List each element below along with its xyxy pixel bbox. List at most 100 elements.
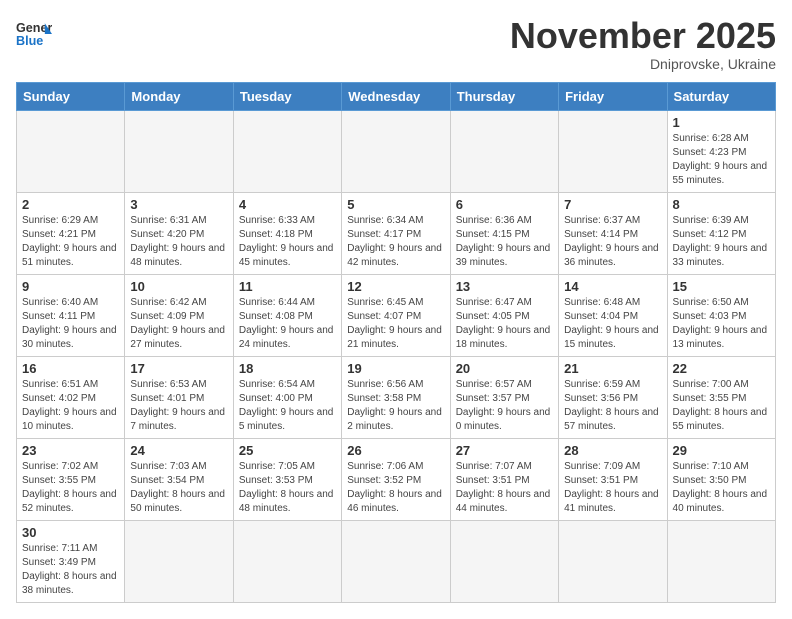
calendar-cell: 2 Sunrise: 6:29 AM Sunset: 4:21 PM Daylig… [17,192,125,274]
calendar-cell: 6Sunrise: 6:36 AM Sunset: 4:15 PM Daylig… [450,192,558,274]
day-number: 29 [673,443,770,458]
calendar-cell: 19Sunrise: 6:56 AM Sunset: 3:58 PM Dayli… [342,356,450,438]
day-info: Sunrise: 6:33 AM Sunset: 4:18 PM Dayligh… [239,214,336,270]
calendar-cell: 1Sunrise: 6:28 AM Sunset: 4:23 PM Daylig… [667,110,775,192]
day-info: Sunrise: 6:29 AM Sunset: 4:21 PM Dayligh… [22,214,119,270]
day-number: 2 [22,197,119,212]
day-info: Sunrise: 6:31 AM Sunset: 4:20 PM Dayligh… [130,214,227,270]
calendar-cell: 11Sunrise: 6:44 AM Sunset: 4:08 PM Dayli… [233,274,341,356]
calendar-cell: 3Sunrise: 6:31 AM Sunset: 4:20 PM Daylig… [125,192,233,274]
day-info: Sunrise: 7:05 AM Sunset: 3:53 PM Dayligh… [239,460,336,516]
calendar-cell: 25 Sunrise: 7:05 AM Sunset: 3:53 PM Dayli… [233,438,341,520]
calendar-cell: 28 Sunrise: 7:09 AM Sunset: 3:51 PM Dayli… [559,438,667,520]
day-number: 15 [673,279,770,294]
day-info: Sunrise: 7:10 AM Sunset: 3:50 PM Dayligh… [673,460,770,516]
day-number: 27 [456,443,553,458]
calendar-cell [233,520,341,602]
day-info: Sunrise: 7:02 AM Sunset: 3:55 PM Dayligh… [22,460,119,516]
calendar-cell: 23 Sunrise: 7:02 AM Sunset: 3:55 PM Dayli… [17,438,125,520]
day-number: 16 [22,361,119,376]
calendar-cell: 20Sunrise: 6:57 AM Sunset: 3:57 PM Dayli… [450,356,558,438]
day-number: 28 [564,443,661,458]
calendar-table: SundayMondayTuesdayWednesdayThursdayFrid… [16,82,776,603]
logo-icon: General Blue [16,16,52,52]
calendar-cell: 22 Sunrise: 7:00 AM Sunset: 3:55 PM Dayli… [667,356,775,438]
calendar-cell: 26Sunrise: 7:06 AM Sunset: 3:52 PM Dayli… [342,438,450,520]
calendar-cell [342,520,450,602]
calendar-cell: 15 Sunrise: 6:50 AM Sunset: 4:03 PM Dayli… [667,274,775,356]
day-info: Sunrise: 6:39 AM Sunset: 4:12 PM Dayligh… [673,214,770,270]
calendar-cell: 17Sunrise: 6:53 AM Sunset: 4:01 PM Dayli… [125,356,233,438]
weekday-header-thursday: Thursday [450,82,558,110]
day-number: 30 [22,525,119,540]
calendar-cell: 21 Sunrise: 6:59 AM Sunset: 3:56 PM Dayli… [559,356,667,438]
calendar-cell: 16 Sunrise: 6:51 AM Sunset: 4:02 PM Dayli… [17,356,125,438]
day-info: Sunrise: 6:59 AM Sunset: 3:56 PM Dayligh… [564,378,661,434]
calendar-row-1: 1Sunrise: 6:28 AM Sunset: 4:23 PM Daylig… [17,110,776,192]
day-number: 25 [239,443,336,458]
day-number: 5 [347,197,444,212]
weekday-header-tuesday: Tuesday [233,82,341,110]
day-number: 10 [130,279,227,294]
location: Dniprovske, Ukraine [510,56,776,72]
day-info: Sunrise: 7:11 AM Sunset: 3:49 PM Dayligh… [22,542,119,598]
weekday-header-wednesday: Wednesday [342,82,450,110]
day-number: 11 [239,279,336,294]
day-number: 23 [22,443,119,458]
calendar-cell: 29 Sunrise: 7:10 AM Sunset: 3:50 PM Dayli… [667,438,775,520]
day-number: 19 [347,361,444,376]
calendar-row-6: 30 Sunrise: 7:11 AM Sunset: 3:49 PM Dayli… [17,520,776,602]
calendar-cell [342,110,450,192]
weekday-header-saturday: Saturday [667,82,775,110]
day-info: Sunrise: 6:40 AM Sunset: 4:11 PM Dayligh… [22,296,119,352]
calendar-cell [125,110,233,192]
day-info: Sunrise: 6:51 AM Sunset: 4:02 PM Dayligh… [22,378,119,434]
calendar-cell [233,110,341,192]
weekday-header-sunday: Sunday [17,82,125,110]
day-info: Sunrise: 6:50 AM Sunset: 4:03 PM Dayligh… [673,296,770,352]
day-info: Sunrise: 6:53 AM Sunset: 4:01 PM Dayligh… [130,378,227,434]
day-number: 13 [456,279,553,294]
calendar-cell: 9 Sunrise: 6:40 AM Sunset: 4:11 PM Daylig… [17,274,125,356]
calendar-cell [450,110,558,192]
weekday-header-row: SundayMondayTuesdayWednesdayThursdayFrid… [17,82,776,110]
page-header: General Blue November 2025 Dniprovske, U… [16,16,776,72]
calendar-cell: 4 Sunrise: 6:33 AM Sunset: 4:18 PM Daylig… [233,192,341,274]
calendar-cell: 24 Sunrise: 7:03 AM Sunset: 3:54 PM Dayli… [125,438,233,520]
day-info: Sunrise: 7:09 AM Sunset: 3:51 PM Dayligh… [564,460,661,516]
logo: General Blue [16,16,52,52]
month-title: November 2025 [510,16,776,56]
day-info: Sunrise: 6:48 AM Sunset: 4:04 PM Dayligh… [564,296,661,352]
calendar-cell: 12Sunrise: 6:45 AM Sunset: 4:07 PM Dayli… [342,274,450,356]
calendar-cell: 13Sunrise: 6:47 AM Sunset: 4:05 PM Dayli… [450,274,558,356]
svg-text:Blue: Blue [16,34,43,48]
calendar-row-4: 16 Sunrise: 6:51 AM Sunset: 4:02 PM Dayli… [17,356,776,438]
day-info: Sunrise: 7:07 AM Sunset: 3:51 PM Dayligh… [456,460,553,516]
day-number: 1 [673,115,770,130]
calendar-cell: 18Sunrise: 6:54 AM Sunset: 4:00 PM Dayli… [233,356,341,438]
day-info: Sunrise: 7:00 AM Sunset: 3:55 PM Dayligh… [673,378,770,434]
day-number: 9 [22,279,119,294]
calendar-cell [125,520,233,602]
calendar-cell [559,110,667,192]
day-info: Sunrise: 6:34 AM Sunset: 4:17 PM Dayligh… [347,214,444,270]
calendar-cell [559,520,667,602]
day-number: 24 [130,443,227,458]
calendar-row-2: 2 Sunrise: 6:29 AM Sunset: 4:21 PM Daylig… [17,192,776,274]
day-number: 20 [456,361,553,376]
day-number: 4 [239,197,336,212]
day-number: 22 [673,361,770,376]
weekday-header-monday: Monday [125,82,233,110]
day-info: Sunrise: 7:03 AM Sunset: 3:54 PM Dayligh… [130,460,227,516]
calendar-cell: 30 Sunrise: 7:11 AM Sunset: 3:49 PM Dayli… [17,520,125,602]
day-info: Sunrise: 6:36 AM Sunset: 4:15 PM Dayligh… [456,214,553,270]
calendar-cell: 27 Sunrise: 7:07 AM Sunset: 3:51 PM Dayli… [450,438,558,520]
calendar-cell: 5 Sunrise: 6:34 AM Sunset: 4:17 PM Daylig… [342,192,450,274]
calendar-cell [450,520,558,602]
day-number: 21 [564,361,661,376]
day-info: Sunrise: 7:06 AM Sunset: 3:52 PM Dayligh… [347,460,444,516]
calendar-cell: 14Sunrise: 6:48 AM Sunset: 4:04 PM Dayli… [559,274,667,356]
calendar-cell: 10Sunrise: 6:42 AM Sunset: 4:09 PM Dayli… [125,274,233,356]
title-area: November 2025 Dniprovske, Ukraine [510,16,776,72]
day-number: 7 [564,197,661,212]
